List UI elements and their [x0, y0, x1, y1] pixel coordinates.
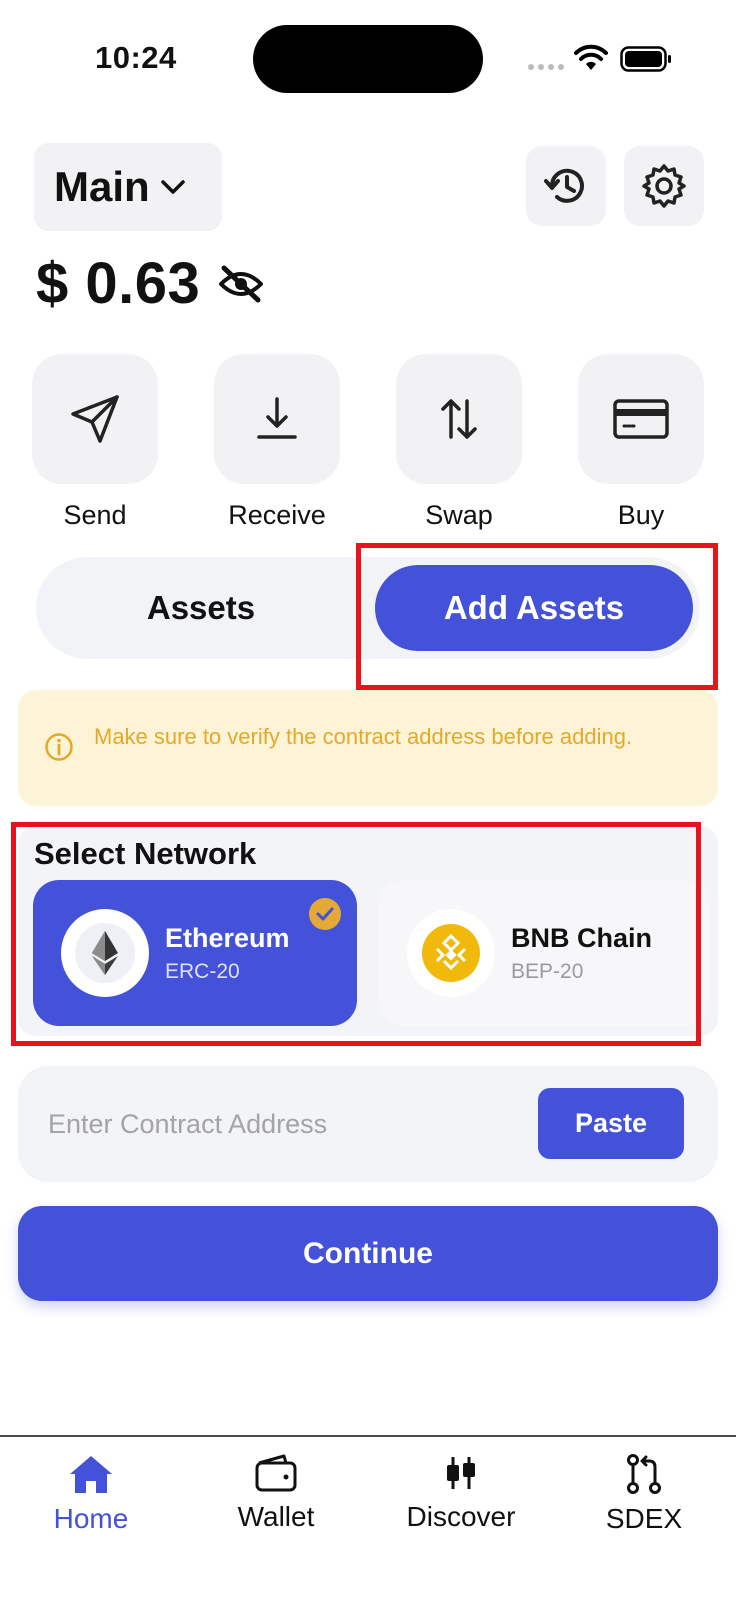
wallet-name: Main — [54, 163, 150, 210]
paste-button[interactable]: Paste — [538, 1088, 684, 1159]
nav-label: SDEX — [605, 1503, 683, 1534]
wallet-icon — [255, 1454, 297, 1492]
balance-amount: $ 0.63 — [36, 251, 201, 316]
nav-home[interactable]: Home — [21, 1453, 161, 1535]
nav-label: Wallet — [237, 1501, 315, 1532]
nav-label: Home — [53, 1503, 129, 1534]
highlight-box-add-assets — [356, 543, 718, 690]
buy-action[interactable]: Buy — [576, 354, 706, 531]
candlestick-icon — [447, 1457, 475, 1489]
receive-action[interactable]: Receive — [212, 354, 342, 531]
eye-off-icon[interactable] — [218, 264, 264, 304]
swap-label: Swap — [425, 500, 493, 530]
home-icon — [70, 1456, 112, 1493]
pull-request-icon — [627, 1454, 661, 1494]
bottom-nav: Home Wallet Discover SDEX — [0, 1435, 736, 1600]
battery-icon — [620, 46, 671, 72]
chevron-down-icon — [160, 180, 185, 194]
tab-assets[interactable]: Assets — [36, 557, 366, 659]
nav-discover[interactable]: Discover — [391, 1453, 531, 1533]
gear-icon — [642, 164, 686, 208]
nav-wallet[interactable]: Wallet — [206, 1453, 346, 1533]
wifi-icon — [574, 44, 608, 70]
continue-button[interactable]: Continue — [18, 1206, 718, 1301]
cellular-signal-icon — [528, 64, 564, 70]
notice-text: Make sure to verify the contract address… — [94, 724, 633, 749]
history-button[interactable] — [526, 146, 606, 226]
send-action[interactable]: Send — [30, 354, 160, 531]
contract-address-input[interactable] — [48, 1096, 518, 1152]
buy-label: Buy — [617, 500, 665, 530]
dynamic-island — [253, 25, 483, 93]
info-icon — [45, 733, 73, 761]
history-icon — [544, 168, 584, 203]
card-icon — [613, 399, 669, 439]
status-time: 10:24 — [95, 40, 177, 75]
receive-icon — [257, 397, 297, 439]
warning-notice: Make sure to verify the contract address… — [18, 690, 718, 806]
swap-action[interactable]: Swap — [394, 354, 524, 531]
send-label: Send — [63, 500, 127, 530]
send-icon — [71, 395, 119, 443]
nav-sdex[interactable]: SDEX — [574, 1453, 714, 1535]
wallet-selector[interactable]: Main — [34, 143, 222, 231]
nav-label: Discover — [406, 1501, 516, 1532]
settings-button[interactable] — [624, 146, 704, 226]
swap-icon — [441, 399, 477, 439]
receive-label: Receive — [228, 500, 326, 530]
highlight-box-network — [11, 822, 701, 1046]
balance-row: $ 0.63 — [36, 250, 264, 317]
